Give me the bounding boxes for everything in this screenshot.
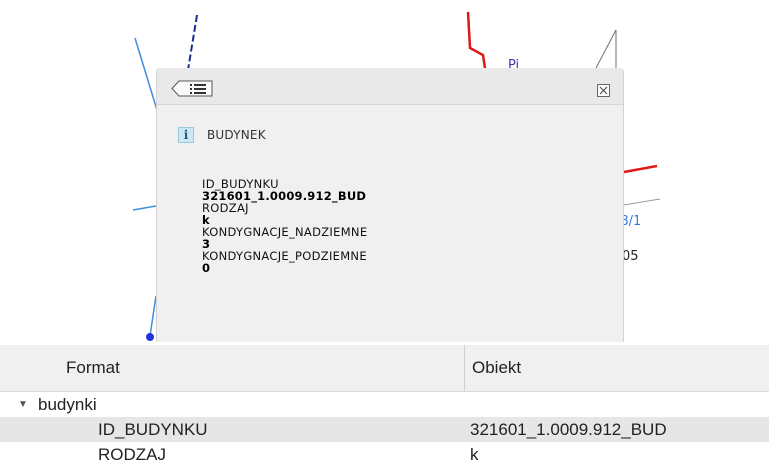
- popup-header: [157, 68, 623, 105]
- screen: Pi /8/1 05 i BUDYNEK ID_BUDYNKU 321601_1…: [0, 0, 769, 471]
- row-key: RODZAJ: [98, 445, 166, 464]
- popup-title: BUDYNEK: [207, 128, 266, 142]
- list-menu-icon[interactable]: [170, 80, 214, 97]
- map-line-gray-right: [623, 198, 661, 206]
- attribute-item: KONDYGNACJE_NADZIEMNE 3: [202, 226, 367, 250]
- identify-results-table: Format Obiekt ▼ budynki ID_BUDYNKU 32160…: [0, 345, 769, 471]
- table-header: Format Obiekt: [0, 345, 769, 392]
- map-line-red-right: [623, 164, 658, 174]
- close-icon[interactable]: [597, 82, 610, 97]
- map-line-blue-mid: [132, 205, 157, 211]
- table-row[interactable]: ID_BUDYNKU 321601_1.0009.912_BUD: [0, 417, 769, 442]
- map-label-number: 05: [622, 249, 639, 264]
- attribute-item: RODZAJ k: [202, 202, 367, 226]
- table-row[interactable]: RODZAJ k: [0, 442, 769, 467]
- tree-group-row[interactable]: ▼ budynki: [0, 392, 769, 417]
- column-header-obiekt[interactable]: Obiekt: [465, 345, 769, 391]
- map-vertex[interactable]: [146, 333, 154, 341]
- attribute-item: KONDYGNACJE_PODZIEMNE 0: [202, 250, 367, 274]
- row-value: k: [470, 445, 479, 464]
- row-key: ID_BUDYNKU: [98, 420, 208, 439]
- info-icon: i: [178, 127, 194, 143]
- attribute-item: ID_BUDYNKU 321601_1.0009.912_BUD: [202, 178, 367, 202]
- group-label: budynki: [38, 395, 97, 414]
- attribute-name: RODZAJ: [202, 201, 249, 215]
- map-line-dashed: [187, 14, 198, 71]
- feature-info-popup: i BUDYNEK ID_BUDYNKU 321601_1.0009.912_B…: [156, 68, 624, 342]
- attribute-value: 0: [202, 261, 211, 275]
- map-line-blue-left: [134, 37, 158, 111]
- attribute-name: KONDYGNACJE_PODZIEMNE: [202, 249, 367, 263]
- map-line-gray: [595, 29, 617, 69]
- attribute-list: ID_BUDYNKU 321601_1.0009.912_BUD RODZAJ …: [202, 178, 367, 274]
- column-header-format[interactable]: Format: [0, 345, 465, 391]
- expand-triangle-icon[interactable]: ▼: [18, 392, 28, 417]
- attribute-name: KONDYGNACJE_NADZIEMNE: [202, 225, 368, 239]
- row-value: 321601_1.0009.912_BUD: [470, 420, 667, 439]
- map-line-red-top: [466, 11, 487, 69]
